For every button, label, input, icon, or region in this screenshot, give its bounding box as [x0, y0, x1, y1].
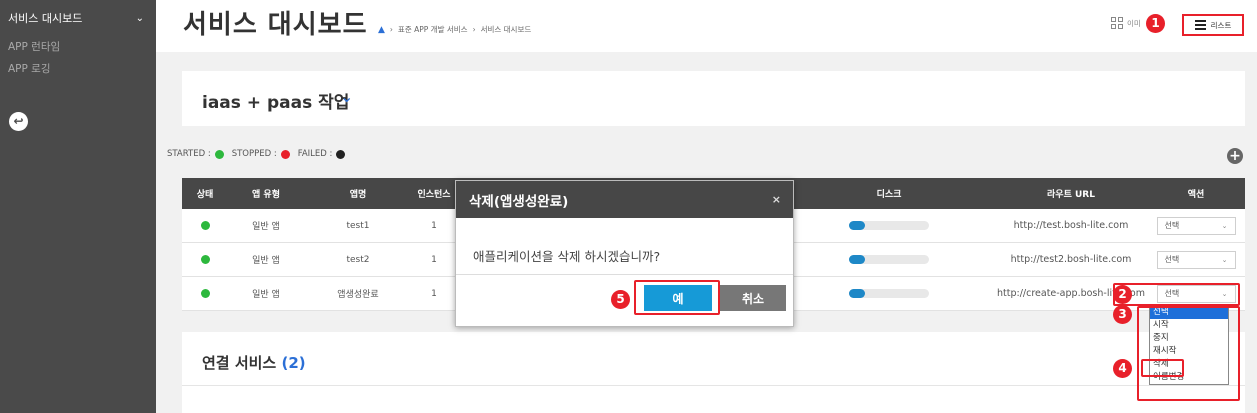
col-disk: 디스크	[876, 190, 902, 200]
annotation-marker: 5	[611, 290, 630, 309]
annotation-highlight-select	[1113, 283, 1240, 306]
modal-message: 애플리케이션을 삭제 하시겠습니까?	[473, 249, 661, 264]
action-select[interactable]: 선택 ⌄	[1147, 209, 1245, 242]
chevron-down-icon[interactable]: ⌄	[340, 87, 353, 106]
col-instances: 인스턴스	[417, 190, 451, 200]
modal-title: 삭제(앱생성완료)	[469, 193, 569, 210]
status-started-icon	[182, 243, 228, 276]
add-app-button[interactable]: +	[1227, 148, 1243, 164]
annotation-highlight-yes	[634, 280, 720, 315]
connected-services-title: 연결 서비스 (2)	[202, 352, 306, 373]
sidebar-header-label: 서비스 대시보드	[8, 12, 83, 25]
app-type: 일반 앱	[252, 290, 280, 300]
view-image-toggle[interactable]: 이미	[1111, 17, 1141, 29]
app-type: 일반 앱	[252, 256, 280, 266]
divider	[182, 385, 1245, 386]
legend-started-label: STARTED :	[167, 149, 211, 159]
annotation-highlight-list	[1137, 306, 1240, 401]
view-list-toggle[interactable]: 리스트	[1182, 14, 1244, 36]
exit-icon[interactable]: ↩	[9, 112, 28, 131]
connected-services-card: 연결 서비스 (2)	[182, 332, 1245, 413]
disk-usage	[824, 243, 954, 276]
annotation-marker: 1	[1146, 14, 1165, 33]
status-started-icon	[182, 277, 228, 310]
col-action: 액션	[1187, 190, 1205, 200]
chevron-down-icon: ⌄	[1221, 255, 1228, 264]
status-legend: STARTED : STOPPED : FAILED :	[167, 149, 346, 159]
status-started-icon	[182, 209, 228, 242]
page-header: 서비스 대시보드 ▲ › 표준 APP 개발 서비스 › 서비스 대시보드 이미…	[156, 0, 1257, 52]
action-select[interactable]: 선택 ⌄	[1147, 243, 1245, 276]
action-select-value: 선택	[1164, 221, 1180, 230]
home-icon[interactable]: ▲	[378, 25, 385, 35]
chevron-down-icon: ⌄	[135, 12, 144, 24]
app-instances: 1	[431, 254, 437, 265]
app-instances: 1	[431, 288, 437, 299]
divider	[456, 274, 793, 275]
sidebar: 서비스 대시보드 ⌄ APP 런타임 APP 로깅 ↩	[0, 0, 156, 413]
breadcrumb-separator-icon: ›	[472, 25, 476, 34]
disk-usage	[824, 277, 954, 310]
col-type: 앱 유형	[252, 190, 280, 200]
list-icon	[1194, 20, 1206, 30]
grid-icon	[1111, 17, 1123, 29]
page-title: 서비스 대시보드	[183, 10, 368, 40]
breadcrumb-separator-icon: ›	[389, 25, 393, 34]
legend-failed-label: FAILED :	[297, 149, 333, 159]
org-title: iaas + paas 작업	[202, 93, 350, 113]
app-name[interactable]: test2	[304, 243, 412, 276]
view-list-label: 리스트	[1210, 20, 1232, 30]
stopped-dot-icon	[280, 149, 290, 159]
annotation-marker: 2	[1113, 285, 1132, 304]
annotation-highlight-delete	[1141, 359, 1184, 377]
breadcrumb: ▲ › 표준 APP 개발 서비스 › 서비스 대시보드	[378, 24, 531, 35]
connected-services-count: (2)	[281, 354, 306, 372]
col-name: 앱명	[349, 190, 367, 200]
legend-stopped-label: STOPPED :	[231, 149, 277, 159]
disk-usage	[824, 209, 954, 242]
started-dot-icon	[214, 149, 224, 159]
close-icon[interactable]: ×	[772, 193, 781, 206]
col-status: 상태	[196, 190, 214, 200]
sidebar-item-app-logging[interactable]: APP 로깅	[0, 58, 156, 80]
breadcrumb-item[interactable]: 표준 APP 개발 서비스	[398, 24, 468, 35]
app-name[interactable]: test1	[304, 209, 412, 242]
annotation-marker: 4	[1113, 359, 1132, 378]
modal-header: 삭제(앱생성완료) ×	[456, 181, 793, 218]
org-card: iaas + paas 작업 ⌄	[182, 71, 1245, 126]
app-type: 일반 앱	[252, 222, 280, 232]
app-instances: 1	[431, 220, 437, 231]
cancel-button[interactable]: 취소	[720, 285, 786, 311]
action-select-value: 선택	[1164, 255, 1180, 264]
chevron-down-icon: ⌄	[1221, 221, 1228, 230]
failed-dot-icon	[336, 149, 346, 159]
connected-services-label: 연결 서비스	[202, 354, 277, 372]
sidebar-header[interactable]: 서비스 대시보드 ⌄	[0, 0, 156, 36]
breadcrumb-item: 서비스 대시보드	[480, 25, 532, 34]
view-image-label: 이미	[1127, 18, 1141, 28]
app-name[interactable]: 앱생성완료	[304, 277, 412, 310]
sidebar-item-app-runtime[interactable]: APP 런타임	[0, 36, 156, 58]
annotation-marker: 3	[1113, 305, 1132, 324]
